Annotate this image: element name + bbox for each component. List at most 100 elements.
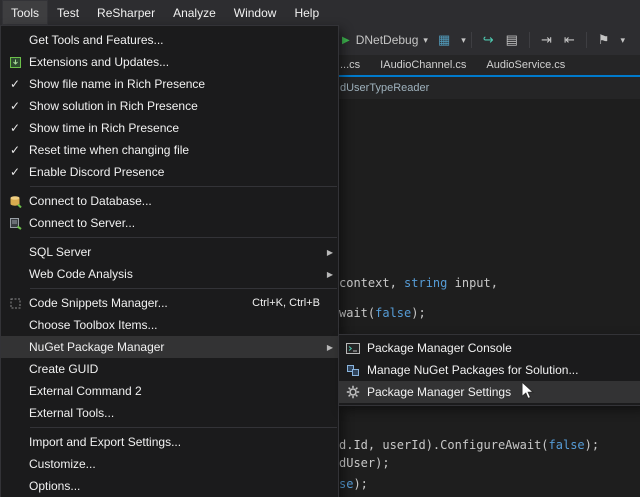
code-text: wait( [339,306,375,320]
outdent-icon[interactable]: ⇤ [564,32,575,48]
menu-item-connect-to-database[interactable]: Connect to Database... [1,190,338,212]
menu-item-create-guid[interactable]: Create GUID [1,358,338,380]
start-debug-dropdown[interactable]: ▶ DNetDebug ▾ [338,31,432,49]
chevron-down-icon: ▾ [423,35,428,46]
code-keyword: se [339,477,353,491]
submenu-item-label: Manage NuGet Packages for Solution... [367,363,636,377]
menu-separator [30,186,337,187]
menu-item-options[interactable]: Options... [1,475,338,497]
menu-item-connect-to-server[interactable]: Connect to Server... [1,212,338,234]
play-icon: ▶ [342,35,350,46]
menu-item-label: Show time in Rich Presence [29,121,302,135]
submenu-item-package-manager-settings[interactable]: Package Manager Settings [339,381,640,403]
navigate-icon[interactable]: ↪ [483,32,494,48]
submenu-arrow-icon: ▶ [320,270,333,279]
packages-icon [339,364,367,377]
menu-separator [30,288,337,289]
menu-item-get-tools-and-features[interactable]: Get Tools and Features... [1,29,338,51]
code-keyword: false [375,306,411,320]
vs-window: context, string input, wait(false); d.Id… [0,0,640,497]
code-keyword: string [404,276,447,290]
menu-item-extensions-and-updates[interactable]: Extensions and Updates... [1,51,338,73]
menubar-item-window[interactable]: Window [225,0,286,25]
submenu-item-label: Package Manager Settings [367,385,636,399]
bookmark-icon[interactable]: ⚑ [598,32,610,48]
extensions-icon [1,56,29,69]
server-icon [1,217,29,230]
menu-item-enable-discord-presence[interactable]: ✓ Enable Discord Presence [1,161,338,183]
code-snippets-icon [1,297,29,310]
code-text: dUser); [339,456,390,470]
menu-item-label: Options... [29,479,302,493]
menu-item-external-tools[interactable]: External Tools... [1,402,338,424]
menu-item-label: Show solution in Rich Presence [29,99,302,113]
toolbar-separator [471,32,472,48]
checkmark-icon: ✓ [1,99,29,113]
code-line: wait(false); [339,306,426,320]
menu-item-show-time-rich-presence[interactable]: ✓ Show time in Rich Presence [1,117,338,139]
menu-item-code-snippets-manager[interactable]: Code Snippets Manager... Ctrl+K, Ctrl+B [1,292,338,314]
menu-item-label: Code Snippets Manager... [29,296,234,310]
menu-item-label: Create GUID [29,362,302,376]
menu-item-label: SQL Server [29,245,302,259]
submenu-arrow-icon: ▶ [320,248,333,257]
code-text: context, [339,276,404,290]
indent-icon[interactable]: ⇥ [541,32,552,48]
menu-item-label: NuGet Package Manager [29,340,302,354]
menubar-item-help[interactable]: Help [285,0,328,25]
menu-item-customize[interactable]: Customize... [1,453,338,475]
menu-item-label: Web Code Analysis [29,267,302,281]
code-line: context, string input, [339,276,498,290]
code-line: dUser); [339,456,390,470]
menu-item-web-code-analysis[interactable]: Web Code Analysis ▶ [1,263,338,285]
menu-item-choose-toolbox-items[interactable]: Choose Toolbox Items... [1,314,338,336]
menu-item-shortcut: Ctrl+K, Ctrl+B [252,297,320,309]
submenu-item-label: Package Manager Console [367,341,636,355]
menu-separator [30,427,337,428]
menubar-item-resharper[interactable]: ReSharper [88,0,164,25]
toolbar-separator [586,32,587,48]
code-text: ); [585,438,599,452]
toolbar-separator [529,32,530,48]
tools-menu: Get Tools and Features... Extensions and… [0,25,339,497]
menu-item-import-export-settings[interactable]: Import and Export Settings... [1,431,338,453]
menu-item-show-file-name-rich-presence[interactable]: ✓ Show file name in Rich Presence [1,73,338,95]
checkmark-icon: ✓ [1,143,29,157]
code-keyword: false [549,438,585,452]
submenu-item-manage-nuget-packages[interactable]: Manage NuGet Packages for Solution... [339,359,640,381]
menu-item-show-solution-rich-presence[interactable]: ✓ Show solution in Rich Presence [1,95,338,117]
database-icon [1,195,29,208]
chevron-down-icon[interactable]: ▾ [461,35,466,46]
menu-item-label: Reset time when changing file [29,143,302,157]
toolbar-overflow-icon[interactable]: ▾ [620,35,625,46]
console-icon [339,342,367,355]
menu-item-label: Choose Toolbox Items... [29,318,302,332]
menu-item-reset-time-changing-file[interactable]: ✓ Reset time when changing file [1,139,338,161]
submenu-item-package-manager-console[interactable]: Package Manager Console [339,337,640,359]
menu-item-label: External Command 2 [29,384,302,398]
window-layout-icon[interactable]: ▦ [438,32,450,48]
menu-item-sql-server[interactable]: SQL Server ▶ [1,241,338,263]
menubar-item-tools[interactable]: Tools [2,0,48,25]
tab-iaudiochannel[interactable]: IAudioChannel.cs [370,56,476,75]
menu-item-label: External Tools... [29,406,302,420]
code-text: d.Id, userId).ConfigureAwait( [339,438,549,452]
menu-item-external-command-2[interactable]: External Command 2 [1,380,338,402]
menu-bar: Tools Test ReSharper Analyze Window Help [0,0,640,25]
code-text: ); [411,306,425,320]
code-text: input, [447,276,498,290]
tab-audioservice[interactable]: AudioService.cs [476,56,575,75]
checkmark-icon: ✓ [1,165,29,179]
gear-icon [339,385,367,399]
menu-item-label: Import and Export Settings... [29,435,302,449]
checkmark-icon: ✓ [1,121,29,135]
navigation-member-dropdown[interactable]: dUserTypeReader [340,82,429,94]
menu-item-label: Customize... [29,457,302,471]
menu-separator [30,237,337,238]
menubar-item-test[interactable]: Test [48,0,88,25]
menu-item-nuget-package-manager[interactable]: NuGet Package Manager ▶ [1,336,338,358]
copy-documents-icon[interactable]: ▤ [506,32,518,48]
menu-item-label: Get Tools and Features... [29,33,302,47]
menubar-item-analyze[interactable]: Analyze [164,0,225,25]
menu-item-label: Connect to Server... [29,216,302,230]
